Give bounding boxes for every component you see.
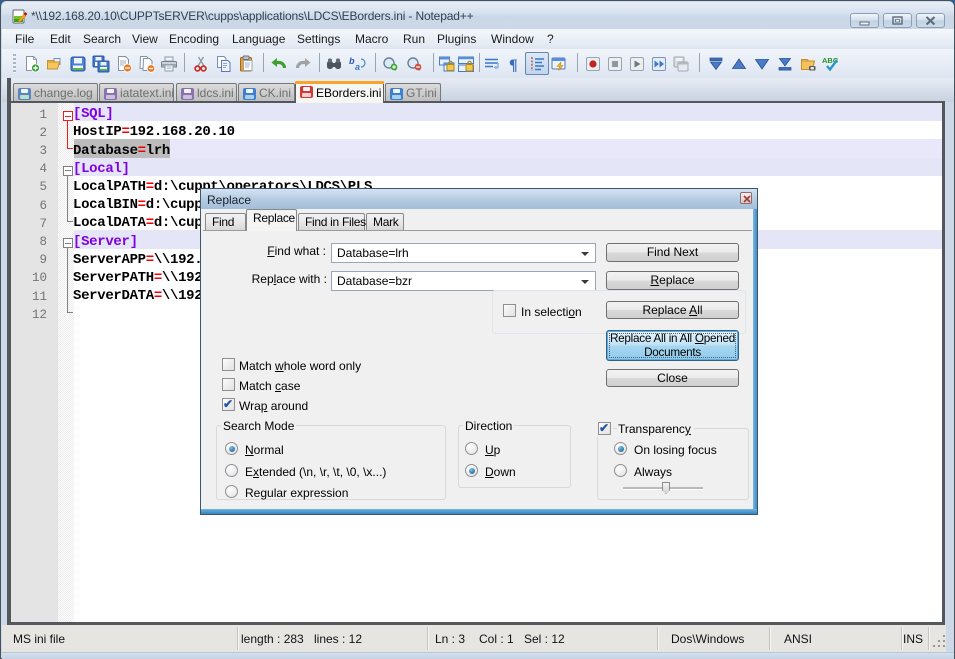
svg-text:a: a [355, 62, 360, 72]
svg-text:¶: ¶ [509, 57, 518, 73]
